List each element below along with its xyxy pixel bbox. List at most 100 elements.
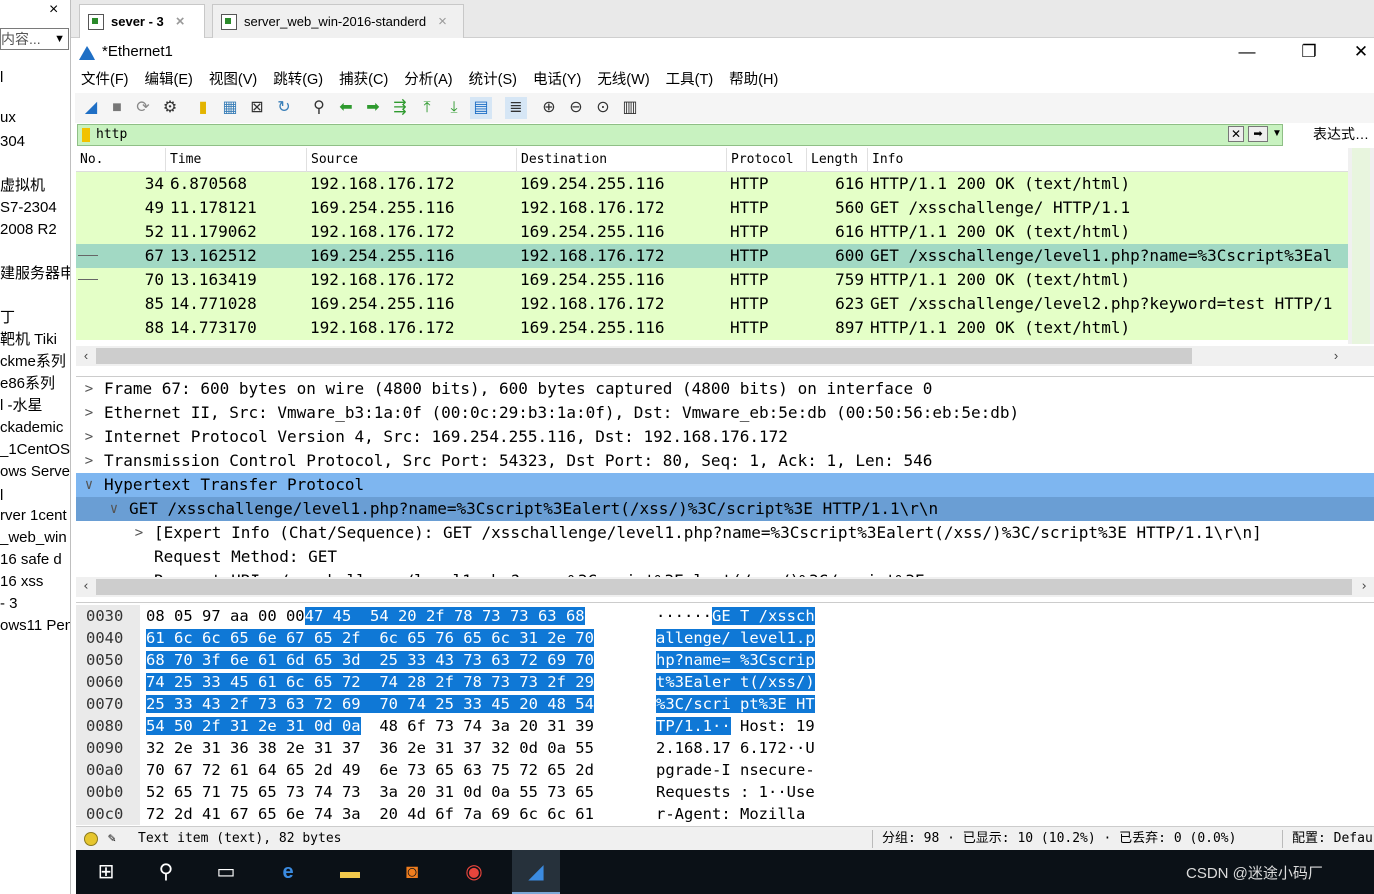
menu-item[interactable]: 视图(V) <box>209 68 257 92</box>
sidebar-vm-item[interactable]: 丁 <box>0 308 70 328</box>
task-view-icon[interactable]: ▭ <box>202 850 250 894</box>
display-filter-input[interactable] <box>96 127 1196 143</box>
save-file-icon[interactable]: ▦ <box>219 97 241 119</box>
sidebar-vm-item[interactable]: l <box>0 68 70 88</box>
detail-tree-item[interactable]: ∨ GET /xsschallenge/level1.php?name=%3Csc… <box>76 497 1374 521</box>
menu-item[interactable]: 捕获(C) <box>339 68 388 92</box>
open-file-icon[interactable]: ▮ <box>192 97 214 119</box>
chevron-down-icon[interactable]: ▼ <box>54 29 65 49</box>
hex-bytes[interactable]: 61 6c 6c 65 6e 67 65 2f 6c 65 76 65 6c 3… <box>146 627 594 649</box>
chrome-icon[interactable]: ◉ <box>450 850 498 894</box>
collapse-arrow-icon[interactable]: ∨ <box>107 497 121 521</box>
sidebar-vm-item[interactable]: l -水星 <box>0 396 70 416</box>
column-header-time[interactable]: Time <box>166 148 307 172</box>
menu-item[interactable]: 工具(T) <box>666 68 714 92</box>
sidebar-vm-item[interactable]: e86系列 <box>0 374 70 394</box>
capture-options-icon[interactable]: ⚙ <box>159 97 181 119</box>
hex-bytes[interactable]: 72 2d 41 67 65 6e 74 3a 20 4d 6f 7a 69 6… <box>146 803 594 825</box>
minimize-button[interactable]: — <box>1225 40 1269 64</box>
clear-filter-icon[interactable]: ✕ <box>1228 126 1244 142</box>
detail-tree-item[interactable]: > Ethernet II, Src: Vmware_b3:1a:0f (00:0… <box>76 401 1374 425</box>
sidebar-search-input[interactable]: 内容... ▼ <box>0 28 69 50</box>
go-first-icon[interactable]: ⤒ <box>416 97 438 119</box>
go-last-icon[interactable]: ⤓ <box>443 97 465 119</box>
sidebar-vm-item[interactable]: 16 xss <box>0 572 70 592</box>
packet-row[interactable]: 88 14.773170 192.168.176.172 169.254.255.11… <box>76 316 1348 340</box>
hex-bytes[interactable]: 68 70 3f 6e 61 6d 65 3d 25 33 43 73 63 7… <box>146 649 594 671</box>
sidebar-vm-item[interactable]: ckademic <box>0 418 70 438</box>
zoom-normal-icon[interactable]: ⊙ <box>592 97 614 119</box>
ascii-bytes[interactable]: Requests : 1··Use <box>656 781 815 803</box>
autoscroll-icon[interactable]: ▤ <box>470 97 492 119</box>
zoom-out-icon[interactable]: ⊖ <box>565 97 587 119</box>
menu-item[interactable]: 帮助(H) <box>729 68 778 92</box>
packet-row[interactable]: 34 6.870568 192.168.176.172 169.254.255.116… <box>76 172 1348 196</box>
sidebar-vm-item[interactable]: ows Server <box>0 462 70 482</box>
packet-list-hscrollbar[interactable]: ‹ › <box>76 346 1374 366</box>
sidebar-vm-item[interactable]: 304 <box>0 132 70 152</box>
menu-item[interactable]: 文件(F) <box>81 68 129 92</box>
ascii-bytes[interactable]: r-Agent: Mozilla <box>656 803 805 825</box>
ascii-bytes[interactable]: TP/1.1·· Host: 19 <box>656 715 815 737</box>
column-header-source[interactable]: Source <box>307 148 517 172</box>
start-capture-icon[interactable]: ◢ <box>80 97 102 119</box>
sidebar-vm-item[interactable]: 16 safe d <box>0 550 70 570</box>
display-filter-field[interactable]: ✕ ➡ ▼ <box>77 124 1283 146</box>
bookmark-icon[interactable] <box>82 128 90 142</box>
go-to-packet-icon[interactable]: ⇶ <box>389 97 411 119</box>
resize-columns-icon[interactable]: ▥ <box>619 97 641 119</box>
column-header-no[interactable]: No. <box>76 148 166 172</box>
start-icon[interactable]: ⊞ <box>82 850 130 894</box>
tab-sever-3[interactable]: sever - 3 × <box>79 4 205 38</box>
sidebar-vm-item[interactable]: S7-2304 <box>0 198 70 218</box>
expand-arrow-icon[interactable]: > <box>132 521 146 545</box>
hex-bytes[interactable]: 25 33 43 2f 73 63 72 69 70 74 25 33 45 2… <box>146 693 594 715</box>
ascii-bytes[interactable]: %3C/scri pt%3E HT <box>656 693 815 715</box>
sidebar-close-icon[interactable]: × <box>49 2 58 18</box>
search-icon[interactable]: ⚲ <box>142 850 190 894</box>
sidebar-vm-item[interactable]: _web_win <box>0 528 70 548</box>
zoom-in-icon[interactable]: ⊕ <box>538 97 560 119</box>
menu-item[interactable]: 电话(Y) <box>533 68 581 92</box>
column-header-info[interactable]: Info <box>868 148 1348 172</box>
scrollbar-thumb[interactable] <box>96 579 1352 595</box>
edge-browser-icon[interactable]: e <box>264 850 312 894</box>
sidebar-vm-item[interactable]: _1CentOS <box>0 440 70 460</box>
sidebar-vm-item[interactable]: ckme系列 <box>0 352 70 372</box>
detail-tree-item[interactable]: > Internet Protocol Version 4, Src: 169.2… <box>76 425 1374 449</box>
menu-item[interactable]: 分析(A) <box>404 68 452 92</box>
maximize-button[interactable]: ❐ <box>1287 40 1331 64</box>
wireshark-taskbar-icon[interactable]: ◢ <box>512 850 560 894</box>
detail-tree-item[interactable]: > Frame 67: 600 bytes on wire (4800 bits)… <box>76 377 1374 401</box>
close-file-icon[interactable]: ⊠ <box>246 97 268 119</box>
expert-info-icon[interactable] <box>84 832 98 846</box>
status-profile[interactable]: 配置: Defau <box>1292 827 1373 851</box>
ascii-bytes[interactable]: ······GE T /xssch <box>656 605 815 627</box>
sidebar-vm-item[interactable]: 虚拟机 <box>0 176 70 196</box>
ascii-bytes[interactable]: pgrade-I nsecure- <box>656 759 815 781</box>
edit-comment-icon[interactable]: ✎ <box>108 827 116 851</box>
ascii-bytes[interactable]: 2.168.17 6.172··U <box>656 737 815 759</box>
column-header-length[interactable]: Length <box>807 148 868 172</box>
packet-row[interactable]: 70 13.163419 192.168.176.172 169.254.255.11… <box>76 268 1348 292</box>
packet-row[interactable]: 85 14.771028 169.254.255.116 192.168.176.17… <box>76 292 1348 316</box>
file-explorer-icon[interactable]: ▬ <box>326 850 374 894</box>
ascii-bytes[interactable]: allenge/ level1.p <box>656 627 815 649</box>
detail-tree-item[interactable]: ∨ Hypertext Transfer Protocol <box>76 473 1374 497</box>
sidebar-vm-item[interactable]: ux <box>0 108 70 128</box>
ascii-bytes[interactable]: t%3Ealer t(/xss/) <box>656 671 815 693</box>
column-header-protocol[interactable]: Protocol <box>727 148 807 172</box>
expand-arrow-icon[interactable]: > <box>82 401 96 425</box>
expand-arrow-icon[interactable]: > <box>82 449 96 473</box>
colorize-icon[interactable]: ≣ <box>505 97 527 119</box>
menu-item[interactable]: 统计(S) <box>469 68 517 92</box>
app-icon[interactable]: ◙ <box>388 850 436 894</box>
hex-bytes[interactable]: 08 05 97 aa 00 0047 45 54 20 2f 78 73 73… <box>146 605 585 627</box>
scroll-left-icon[interactable]: ‹ <box>76 577 96 597</box>
reload-file-icon[interactable]: ↻ <box>273 97 295 119</box>
sidebar-vm-item[interactable]: 靶机 Tiki <box>0 330 70 350</box>
scroll-right-icon[interactable]: › <box>1326 346 1346 366</box>
packet-row[interactable]: 49 11.178121 169.254.255.116 192.168.176.17… <box>76 196 1348 220</box>
hex-bytes[interactable]: 32 2e 31 36 38 2e 31 37 36 2e 31 37 32 0… <box>146 737 594 759</box>
menu-item[interactable]: 跳转(G) <box>273 68 323 92</box>
